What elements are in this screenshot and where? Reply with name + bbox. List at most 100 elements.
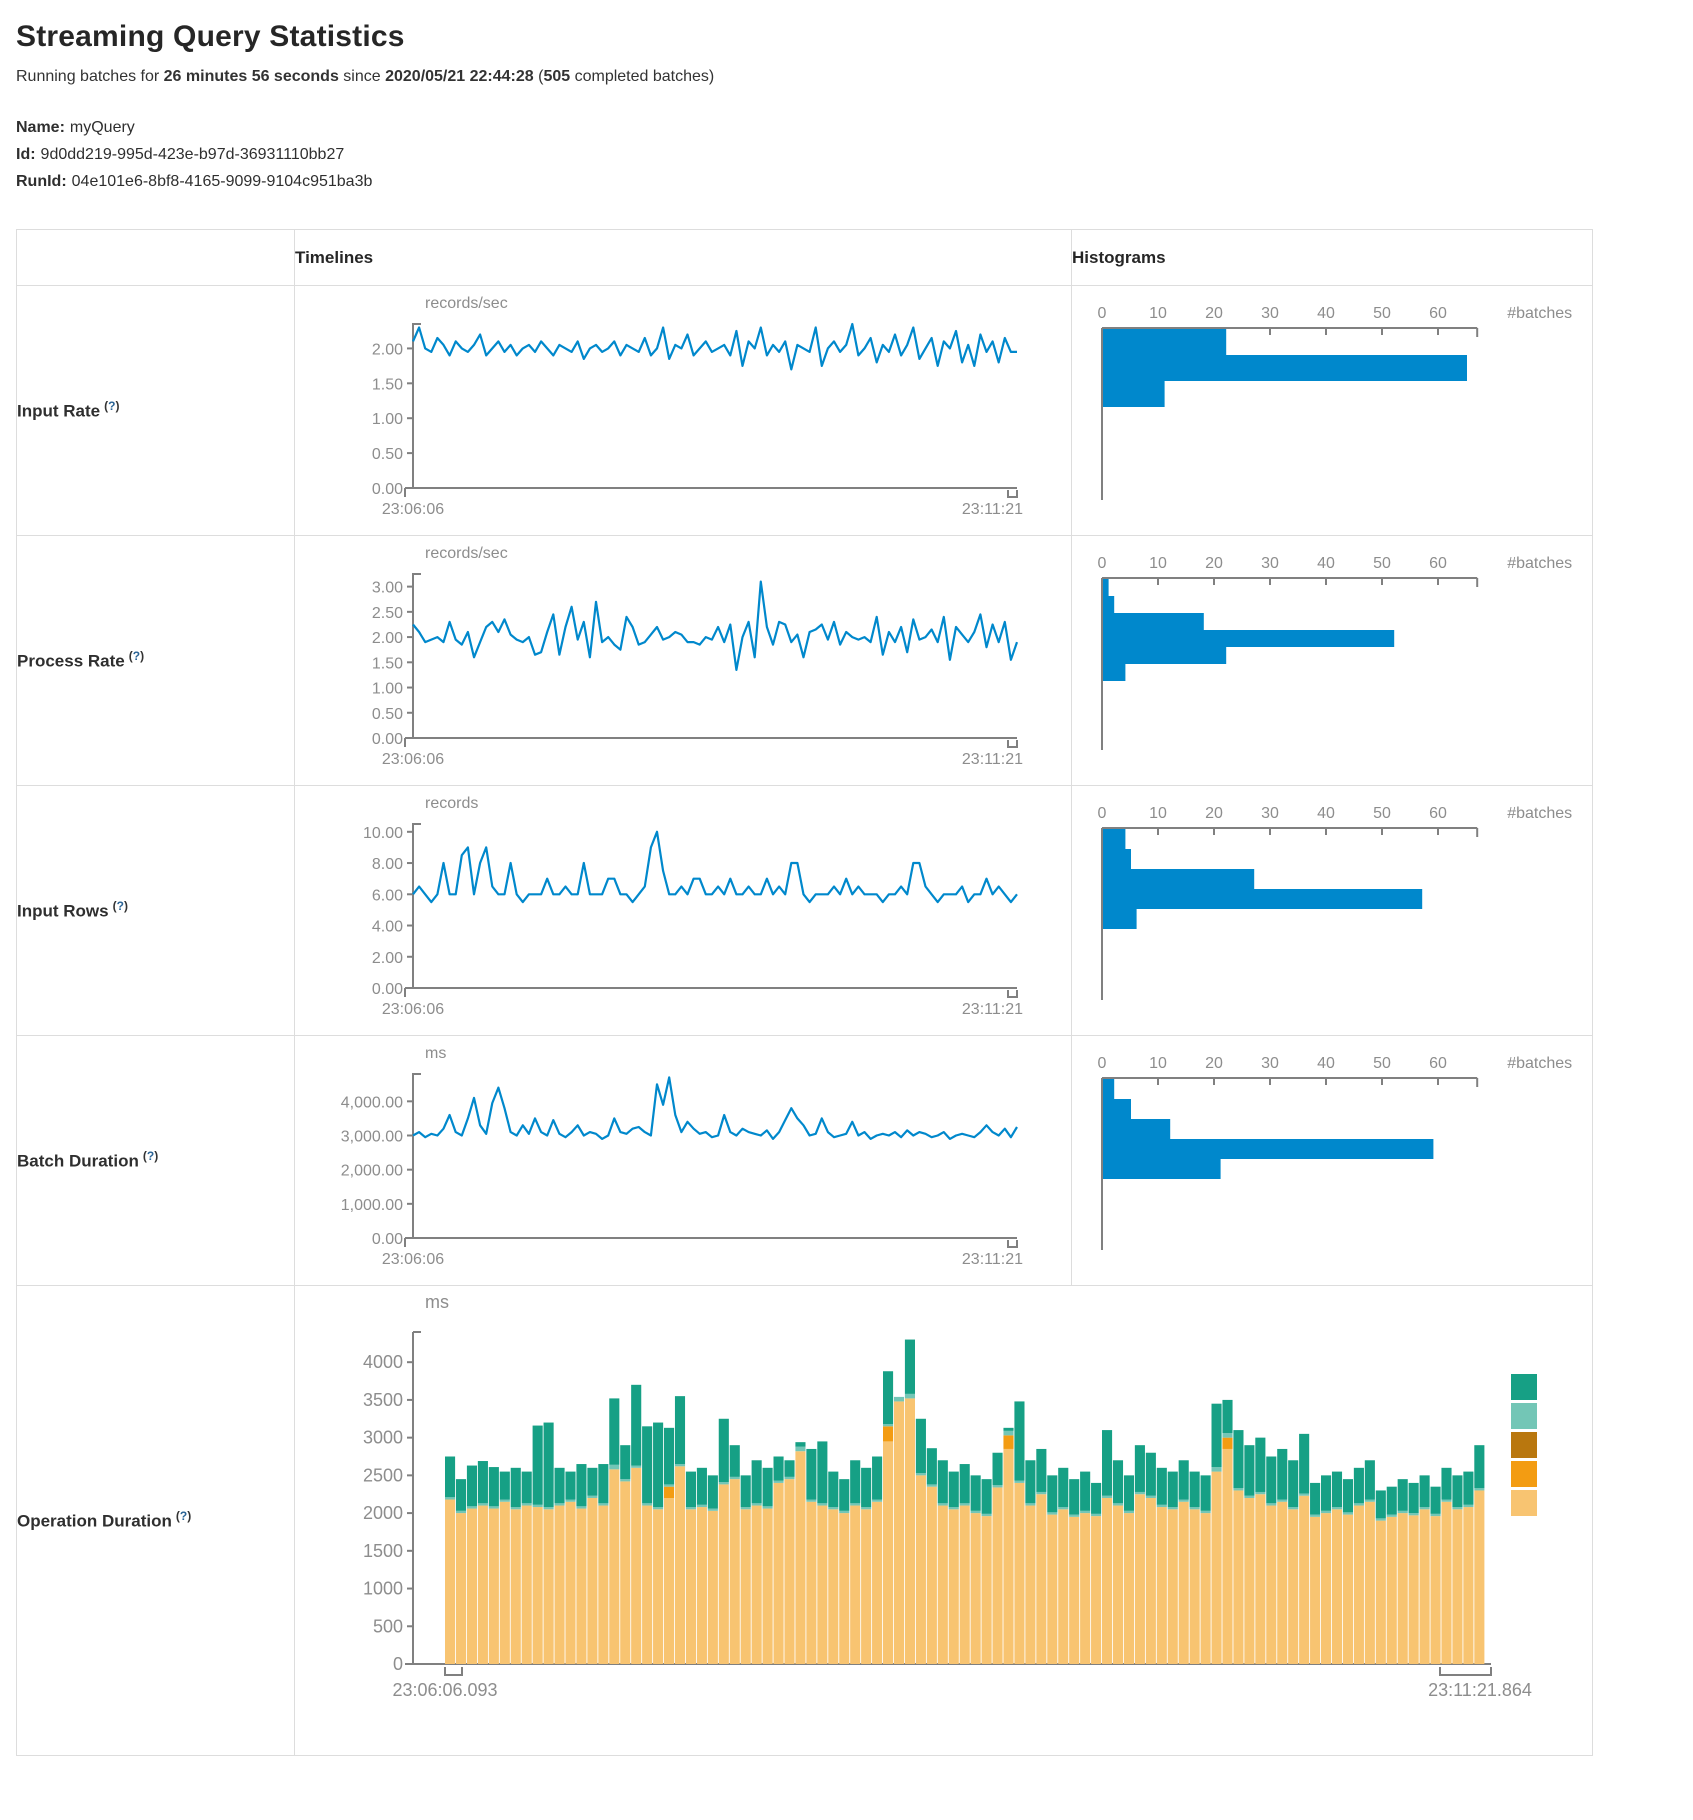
running-middle: since bbox=[339, 68, 385, 85]
histograms-header: Histograms bbox=[1072, 230, 1593, 286]
svg-text:23:11:21: 23:11:21 bbox=[962, 501, 1023, 518]
svg-text:23:06:06.093: 23:06:06.093 bbox=[392, 1680, 497, 1700]
table-row-batch-duration: Batch Duration(?) ms0.001,000.002,000.00… bbox=[17, 1036, 1593, 1286]
table-row-input-rate: Input Rate(?) records/sec0.000.501.001.5… bbox=[17, 286, 1593, 536]
query-id-value: 9d0dd219-995d-423e-b97d-36931110bb27 bbox=[41, 146, 345, 163]
running-summary: Running batches for 26 minutes 56 second… bbox=[16, 68, 1677, 86]
svg-text:20: 20 bbox=[1205, 305, 1223, 322]
svg-text:1000: 1000 bbox=[363, 1579, 403, 1599]
svg-text:records: records bbox=[425, 795, 478, 812]
help-icon[interactable]: (?) bbox=[104, 399, 119, 413]
svg-text:60: 60 bbox=[1429, 805, 1447, 822]
legend-swatch bbox=[1511, 1490, 1537, 1516]
query-runid-label: RunId: bbox=[16, 173, 67, 190]
legend-swatch bbox=[1511, 1461, 1537, 1487]
svg-text:30: 30 bbox=[1261, 805, 1279, 822]
svg-text:20: 20 bbox=[1205, 805, 1223, 822]
svg-text:2.00: 2.00 bbox=[372, 630, 403, 647]
svg-text:1.50: 1.50 bbox=[372, 655, 403, 672]
svg-text:50: 50 bbox=[1373, 1055, 1391, 1072]
svg-text:50: 50 bbox=[1373, 305, 1391, 322]
operation-duration-stacked-chart: ms0500100015002000250030003500400023:06:… bbox=[295, 1288, 1579, 1750]
batch-duration-histogram-cell: 0102030405060#batches bbox=[1072, 1036, 1593, 1286]
svg-text:1.00: 1.00 bbox=[372, 411, 403, 428]
svg-text:20: 20 bbox=[1205, 555, 1223, 572]
svg-text:23:06:06: 23:06:06 bbox=[382, 1001, 444, 1018]
svg-text:1,000.00: 1,000.00 bbox=[341, 1197, 403, 1214]
metric-label: Input Rate bbox=[17, 402, 100, 421]
svg-text:50: 50 bbox=[1373, 805, 1391, 822]
process-rate-histogram-chart: 0102030405060#batches bbox=[1072, 538, 1592, 784]
svg-text:500: 500 bbox=[373, 1616, 403, 1636]
svg-text:records/sec: records/sec bbox=[425, 295, 508, 312]
svg-text:0: 0 bbox=[1098, 305, 1107, 322]
svg-text:50: 50 bbox=[1373, 555, 1391, 572]
svg-text:1500: 1500 bbox=[363, 1541, 403, 1561]
batch-duration-timeline-chart: ms0.001,000.002,000.003,000.004,000.0023… bbox=[295, 1038, 1065, 1284]
svg-text:40: 40 bbox=[1317, 1055, 1335, 1072]
help-icon[interactable]: (?) bbox=[176, 1509, 191, 1523]
completed-batches-suffix: completed batches) bbox=[570, 68, 714, 85]
svg-text:23:06:06: 23:06:06 bbox=[382, 1251, 444, 1268]
svg-text:10: 10 bbox=[1149, 805, 1167, 822]
svg-text:records/sec: records/sec bbox=[425, 545, 508, 562]
svg-text:ms: ms bbox=[425, 1292, 449, 1312]
svg-text:3500: 3500 bbox=[363, 1390, 403, 1410]
svg-text:60: 60 bbox=[1429, 1055, 1447, 1072]
input-rate-histogram-cell: 0102030405060#batches bbox=[1072, 286, 1593, 536]
input-rows-timeline-chart: records0.002.004.006.008.0010.0023:06:06… bbox=[295, 788, 1065, 1034]
svg-text:3.00: 3.00 bbox=[372, 580, 403, 597]
query-name-label: Name: bbox=[16, 119, 65, 136]
svg-text:2000: 2000 bbox=[363, 1503, 403, 1523]
metric-label-cell: Operation Duration (?) bbox=[17, 1286, 295, 1756]
table-row-operation-duration: Operation Duration(?) ms0500100015002000… bbox=[17, 1286, 1593, 1756]
svg-text:60: 60 bbox=[1429, 555, 1447, 572]
svg-text:2500: 2500 bbox=[363, 1465, 403, 1485]
metric-label: Operation Duration bbox=[17, 1512, 172, 1531]
input-rate-histogram-chart: 0102030405060#batches bbox=[1072, 288, 1592, 534]
svg-text:60: 60 bbox=[1429, 305, 1447, 322]
svg-text:4,000.00: 4,000.00 bbox=[341, 1094, 403, 1111]
query-runid-line: RunId: 04e101e6-8bf8-4165-9099-9104c951ba… bbox=[16, 168, 1677, 195]
svg-text:2.00: 2.00 bbox=[372, 950, 403, 967]
statistics-table: Timelines Histograms Input Rate (?) recor… bbox=[16, 229, 1593, 1756]
svg-text:4.00: 4.00 bbox=[372, 919, 403, 936]
metric-label-cell: Input Rate (?) bbox=[17, 286, 295, 536]
running-since-timestamp: 2020/05/21 22:44:28 bbox=[385, 68, 534, 85]
input-rows-histogram-chart: 0102030405060#batches bbox=[1072, 788, 1592, 1034]
svg-text:0.50: 0.50 bbox=[372, 706, 403, 723]
metric-label-cell: Batch Duration(?) bbox=[17, 1036, 295, 1286]
svg-text:#batches: #batches bbox=[1507, 305, 1572, 322]
help-icon[interactable]: (?) bbox=[143, 1149, 158, 1163]
svg-text:10: 10 bbox=[1149, 305, 1167, 322]
table-row-process-rate: Process Rate(?) records/sec0.000.501.001… bbox=[17, 536, 1593, 786]
legend-swatch bbox=[1511, 1432, 1537, 1458]
batch-duration-timeline-cell: ms0.001,000.002,000.003,000.004,000.0023… bbox=[295, 1036, 1072, 1286]
svg-text:23:11:21: 23:11:21 bbox=[962, 1251, 1023, 1268]
svg-text:8.00: 8.00 bbox=[372, 856, 403, 873]
legend-swatch bbox=[1511, 1403, 1537, 1429]
svg-text:0: 0 bbox=[1098, 555, 1107, 572]
page-title: Streaming Query Statistics bbox=[16, 20, 1677, 54]
running-prefix: Running batches for bbox=[16, 68, 164, 85]
query-runid-value: 04e101e6-8bf8-4165-9099-9104c951ba3b bbox=[72, 173, 373, 190]
paren-open: ( bbox=[534, 68, 544, 85]
svg-text:10.00: 10.00 bbox=[363, 825, 403, 842]
svg-text:0.50: 0.50 bbox=[372, 446, 403, 463]
metric-label-cell: Input Rows(?) bbox=[17, 786, 295, 1036]
svg-text:30: 30 bbox=[1261, 555, 1279, 572]
process-rate-timeline-chart: records/sec0.000.501.001.502.002.503.002… bbox=[295, 538, 1065, 784]
svg-text:40: 40 bbox=[1317, 805, 1335, 822]
svg-text:10: 10 bbox=[1149, 555, 1167, 572]
completed-batches-count: 505 bbox=[543, 68, 570, 85]
svg-text:6.00: 6.00 bbox=[372, 887, 403, 904]
svg-text:ms: ms bbox=[425, 1045, 446, 1062]
help-icon[interactable]: (?) bbox=[113, 899, 128, 913]
table-header-row: Timelines Histograms bbox=[17, 230, 1593, 286]
streaming-query-statistics-page: Streaming Query Statistics Running batch… bbox=[0, 0, 1693, 1776]
help-icon[interactable]: (?) bbox=[129, 649, 144, 663]
input-rate-timeline-cell: records/sec0.000.501.001.502.0023:06:062… bbox=[295, 286, 1072, 536]
batch-duration-histogram-chart: 0102030405060#batches bbox=[1072, 1038, 1592, 1284]
svg-text:0.00: 0.00 bbox=[372, 481, 403, 498]
query-meta: Name:myQuery Id:9d0dd219-995d-423e-b97d-… bbox=[16, 114, 1677, 195]
